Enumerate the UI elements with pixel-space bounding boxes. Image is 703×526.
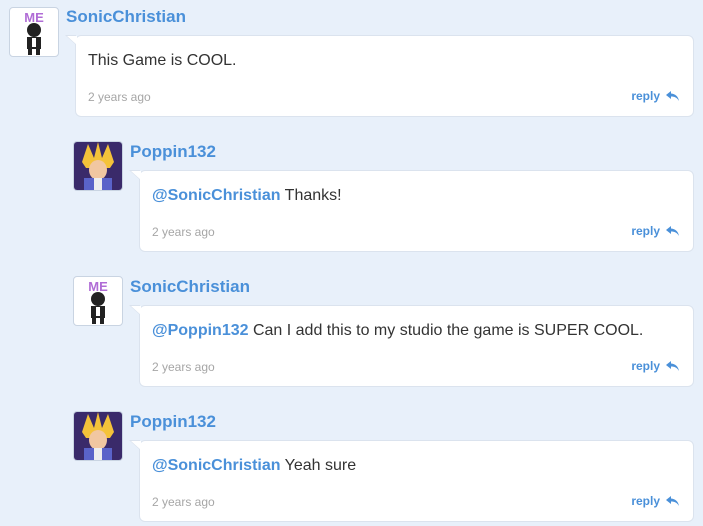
comment-username[interactable]: SonicChristian xyxy=(66,7,186,27)
me-robot-avatar[interactable]: ME xyxy=(73,276,123,326)
reply-arrow-icon xyxy=(666,495,679,506)
reply-label: reply xyxy=(631,359,660,373)
comment-username[interactable]: Poppin132 xyxy=(130,412,216,432)
reply-arrow-icon xyxy=(666,225,679,236)
comment-text: @Poppin132 Can I add this to my studio t… xyxy=(152,322,643,340)
reply-button[interactable]: reply xyxy=(631,359,679,373)
comment-bubble: @Poppin132 Can I add this to my studio t… xyxy=(129,305,694,387)
reply-arrow-icon xyxy=(666,360,679,371)
anime-character-avatar[interactable] xyxy=(73,411,123,461)
comment-bubble: @SonicChristian Thanks! 2 years ago repl… xyxy=(129,170,694,252)
mention-link[interactable]: @SonicChristian xyxy=(152,457,281,474)
svg-text:ME: ME xyxy=(88,279,108,294)
comment-bubble: This Game is COOL. 2 years ago reply xyxy=(65,35,694,117)
comment-body: Thanks! xyxy=(280,187,342,204)
comment-text: @SonicChristian Thanks! xyxy=(152,187,342,205)
comment-time: 2 years ago xyxy=(152,225,215,239)
comment-bubble: @SonicChristian Yeah sure 2 years ago re… xyxy=(129,440,694,522)
comment-body: Can I add this to my studio the game is … xyxy=(248,322,644,339)
anime-character-icon xyxy=(74,142,122,190)
comment-time: 2 years ago xyxy=(152,495,215,509)
me-robot-avatar[interactable]: ME xyxy=(9,7,59,57)
reply-label: reply xyxy=(631,89,660,103)
reply-label: reply xyxy=(631,224,660,238)
me-robot-icon: ME xyxy=(24,10,44,55)
comment-time: 2 years ago xyxy=(152,360,215,374)
anime-character-icon xyxy=(74,412,122,460)
svg-text:ME: ME xyxy=(24,10,44,25)
comment-username[interactable]: Poppin132 xyxy=(130,142,216,162)
reply-arrow-icon xyxy=(666,90,679,101)
comment-text: @SonicChristian Yeah sure xyxy=(152,457,356,475)
mention-link[interactable]: @Poppin132 xyxy=(152,322,249,339)
reply-label: reply xyxy=(631,494,660,508)
reply-button[interactable]: reply xyxy=(631,89,679,103)
comment-username[interactable]: SonicChristian xyxy=(130,277,250,297)
reply-button[interactable]: reply xyxy=(631,494,679,508)
mention-link[interactable]: @SonicChristian xyxy=(152,187,281,204)
comment-body: This Game is COOL. xyxy=(88,52,237,69)
reply-button[interactable]: reply xyxy=(631,224,679,238)
me-robot-icon: ME xyxy=(88,279,108,324)
comment-body: Yeah sure xyxy=(280,457,357,474)
anime-character-avatar[interactable] xyxy=(73,141,123,191)
comment-time: 2 years ago xyxy=(88,90,151,104)
comment-text: This Game is COOL. xyxy=(88,52,236,70)
